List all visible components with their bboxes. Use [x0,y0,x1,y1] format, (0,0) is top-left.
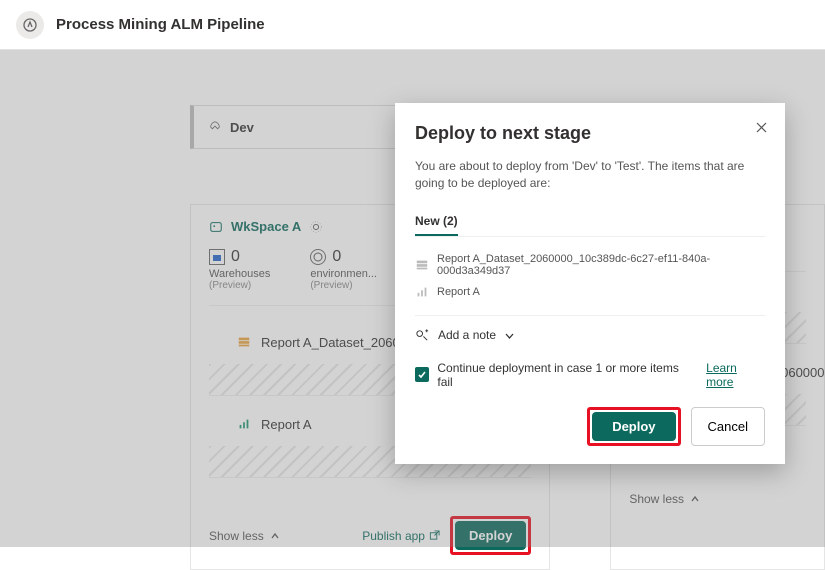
chevron-down-icon [504,330,515,341]
modal-title: Deploy to next stage [415,123,765,144]
modal-footer: Deploy Cancel [415,407,765,446]
modal-deploy-highlight: Deploy [587,407,680,446]
modal-item-report: Report A [415,281,765,303]
page-title: Process Mining ALM Pipeline [56,16,265,33]
divider [415,315,765,316]
dataset-icon [415,258,429,272]
modal-description: You are about to deploy from 'Dev' to 'T… [415,158,765,192]
close-button[interactable] [751,117,771,137]
report-icon [415,285,429,299]
app-header: Process Mining ALM Pipeline [0,0,825,50]
add-note-toggle[interactable]: Add a note [415,328,765,343]
learn-more-link[interactable]: Learn more [706,361,765,389]
note-icon [415,328,430,343]
close-icon [755,121,768,134]
deploy-modal: Deploy to next stage You are about to de… [395,103,785,464]
tab-new[interactable]: New (2) [415,208,458,236]
pipeline-icon [16,11,44,39]
modal-cancel-button[interactable]: Cancel [691,407,765,446]
checkbox-label: Continue deployment in case 1 or more it… [437,361,686,389]
checkbox-checked-icon[interactable] [415,367,429,382]
modal-tabs: New (2) [415,208,765,237]
modal-deploy-button[interactable]: Deploy [592,412,675,441]
continue-on-fail-row[interactable]: Continue deployment in case 1 or more it… [415,361,765,389]
modal-item-dataset: Report A_Dataset_2060000_10c389dc-6c27-e… [415,249,765,281]
